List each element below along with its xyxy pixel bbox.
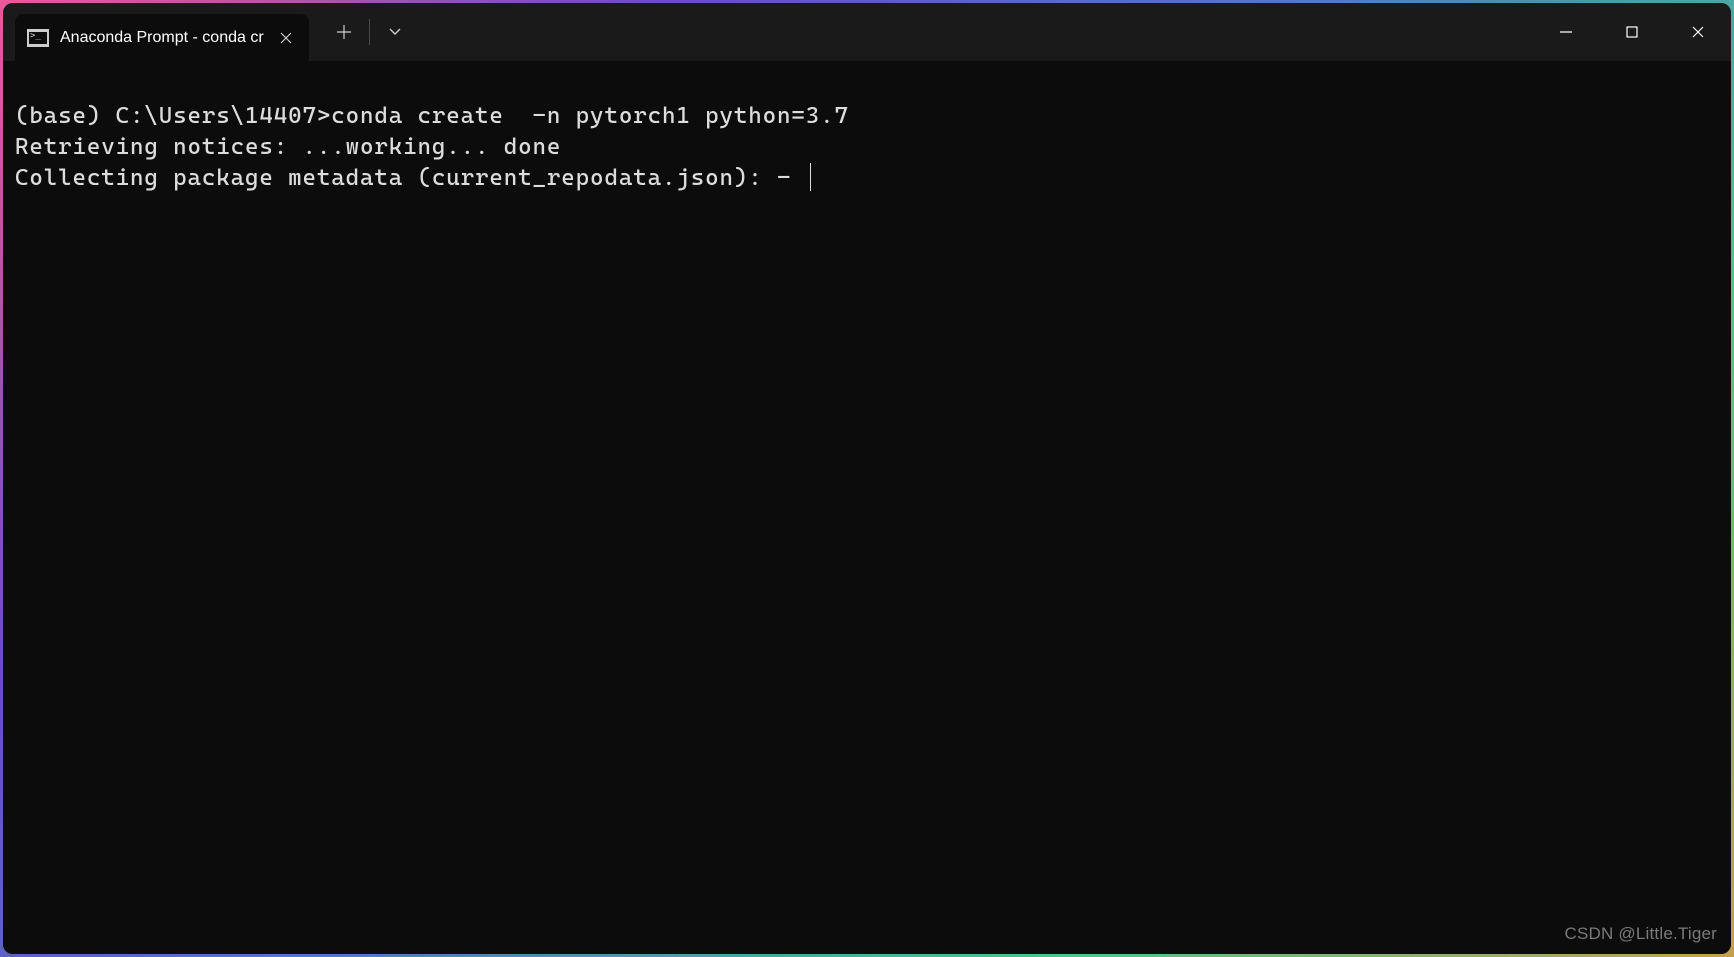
tab-title: Anaconda Prompt - conda cr — [60, 29, 264, 47]
minimize-button[interactable] — [1533, 3, 1599, 61]
close-tab-button[interactable] — [275, 27, 297, 49]
tab-dropdown-button[interactable] — [370, 9, 420, 56]
watermark: CSDN @Little.Tiger — [1565, 923, 1717, 946]
close-window-button[interactable] — [1665, 3, 1731, 61]
terminal-line-output: Retrieving notices: ...working... done — [15, 134, 561, 160]
new-tab-button[interactable] — [319, 9, 369, 56]
tab-anaconda-prompt[interactable]: Anaconda Prompt - conda cr — [15, 14, 309, 61]
command-prompt-icon — [27, 29, 49, 47]
titlebar[interactable]: Anaconda Prompt - conda cr — [3, 3, 1731, 61]
terminal-body[interactable]: (base) C:\Users\14407>conda create -n py… — [3, 61, 1731, 954]
text-cursor — [810, 163, 812, 191]
tab-actions — [309, 3, 420, 61]
terminal-window: Anaconda Prompt - conda cr — [3, 3, 1731, 954]
terminal-line-command: (base) C:\Users\14407>conda create -n py… — [15, 103, 849, 129]
tabs-area: Anaconda Prompt - conda cr — [3, 3, 309, 61]
window-controls — [1533, 3, 1731, 61]
maximize-button[interactable] — [1599, 3, 1665, 61]
terminal-line-output: Collecting package metadata (current_rep… — [15, 165, 806, 191]
